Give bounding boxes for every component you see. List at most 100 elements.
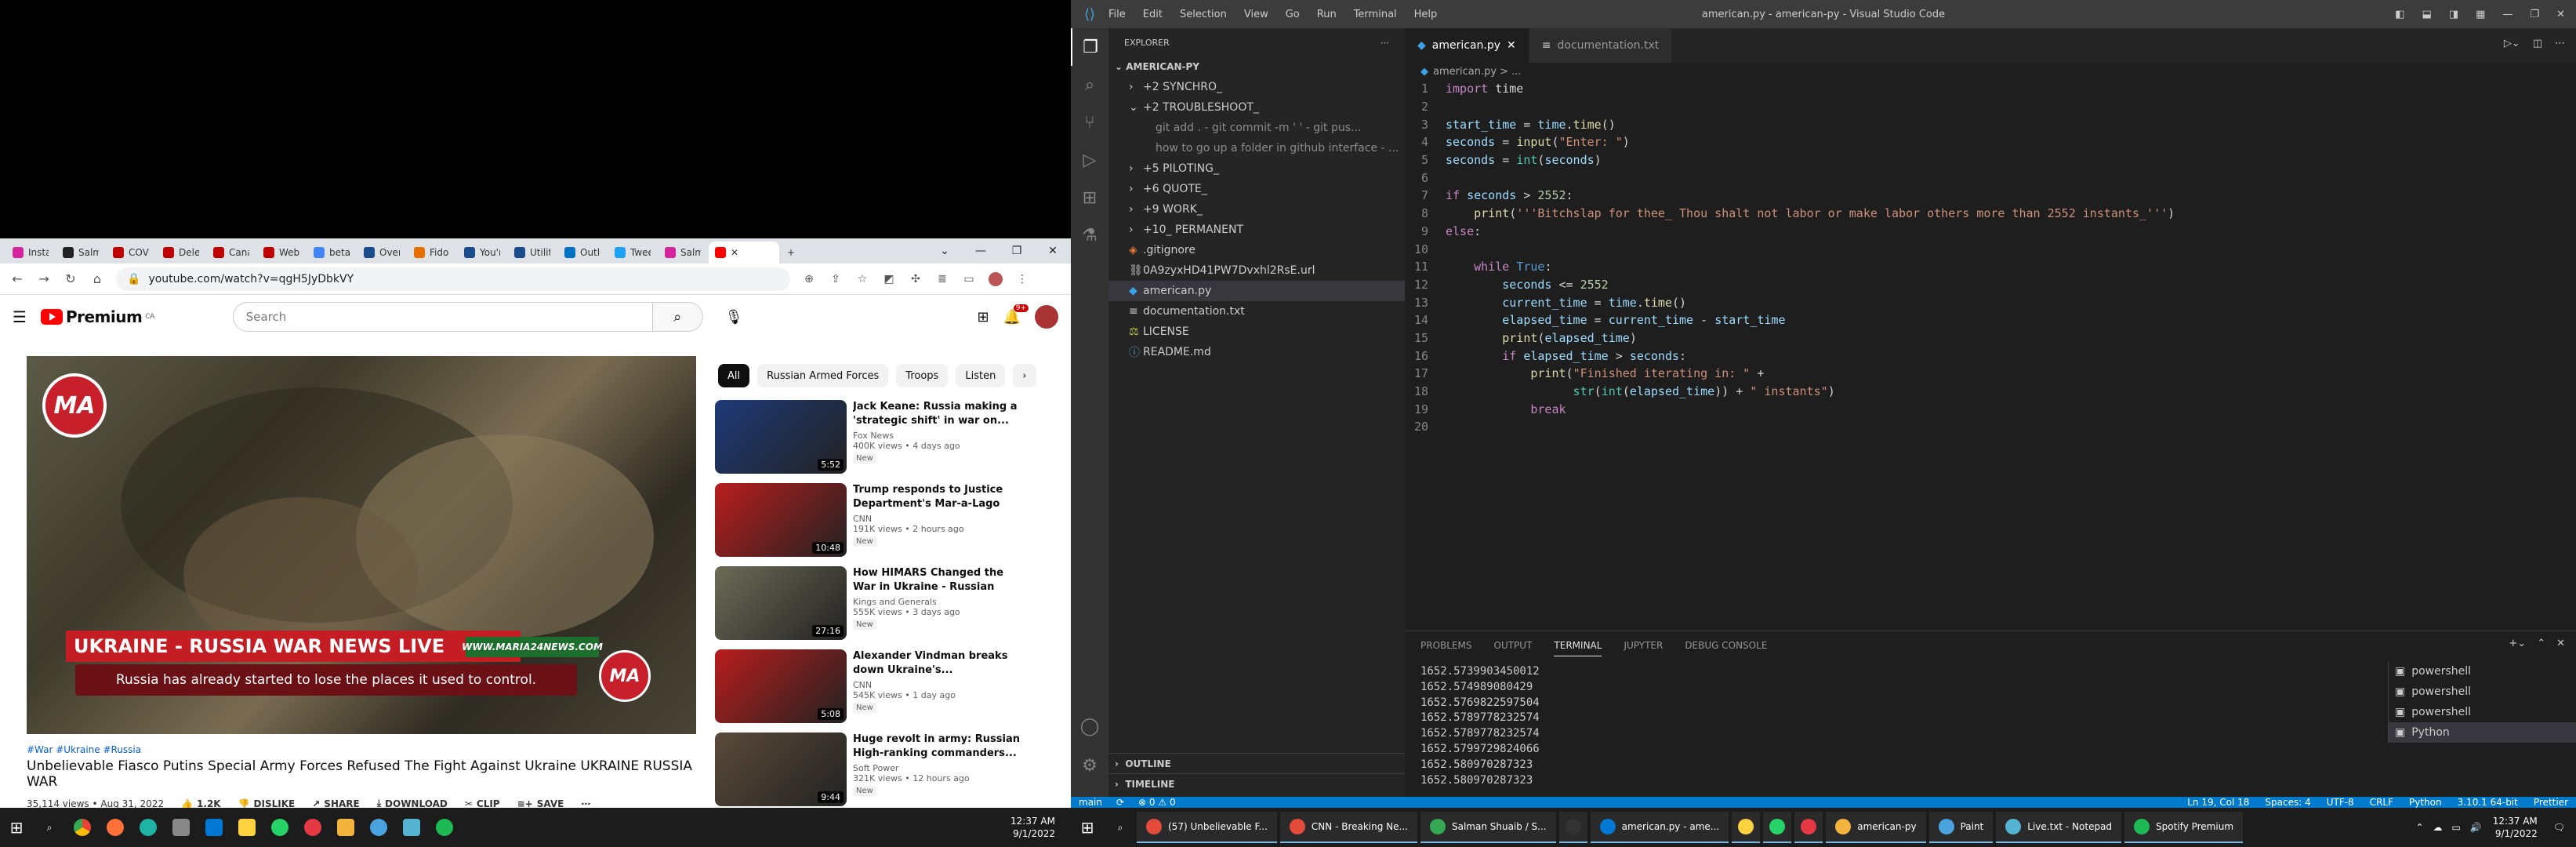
menu-item[interactable]: Go — [1286, 9, 1300, 20]
install-icon[interactable]: ⊕ — [801, 271, 817, 287]
tree-folder[interactable]: › +2 SYNCHRO_ — [1108, 77, 1405, 97]
search-icon[interactable]: ⌕ — [1071, 66, 1108, 104]
whatsapp-taskbar-icon[interactable] — [263, 811, 296, 844]
channel-name[interactable]: Soft Power — [853, 763, 1029, 773]
app-taskbar-icon-2[interactable] — [230, 811, 263, 844]
recommendation-title[interactable]: Alexander Vindman breaks down Ukraine's.… — [853, 649, 1029, 678]
maximize-panel-icon[interactable]: ⌃ — [2537, 638, 2545, 649]
channel-name[interactable]: CNN — [853, 514, 1029, 524]
menu-item[interactable]: Selection — [1180, 9, 1227, 20]
close-icon[interactable]: ✕ — [1035, 238, 1071, 264]
status-item[interactable]: ⊗ 0 ⚠ 0 — [1138, 797, 1176, 808]
run-python-icon[interactable]: ▷⌄ — [2504, 38, 2520, 49]
panel-tab[interactable]: TERMINAL — [1554, 640, 1602, 656]
panel-tab[interactable]: JUPYTER — [1624, 640, 1663, 651]
forward-icon[interactable]: → — [36, 271, 52, 286]
file-explorer-taskbar-icon[interactable] — [329, 811, 362, 844]
status-item[interactable]: Ln 19, Col 18 — [2187, 797, 2249, 808]
video-thumbnail[interactable]: 10:48 — [715, 483, 847, 557]
status-item[interactable]: CRLF — [2370, 797, 2393, 808]
browser-tab[interactable]: COVIC — [107, 242, 155, 264]
status-item[interactable]: Prettier — [2534, 797, 2568, 808]
taskbar-app[interactable]: Salman Shuaib / S... — [1420, 812, 1556, 843]
tree-file[interactable]: ⛓ 0A9zyxHD41PW7Dvxhl2RsE.url — [1108, 260, 1405, 281]
network-icon[interactable]: ▭ — [2452, 822, 2461, 833]
browser-tab[interactable]: Outlo — [558, 242, 607, 264]
video-player[interactable]: MA UKRAINE - RUSSIA WAR NEWS LIVE WWW.MA… — [27, 356, 696, 734]
right-taskbar-clock[interactable]: 12:37 AM 9/1/2022 — [2493, 815, 2553, 840]
browser-tab[interactable]: Fido — [408, 242, 456, 264]
browser-tab[interactable]: You'r — [458, 242, 506, 264]
browser-tab[interactable]: Salm — [659, 242, 707, 264]
search-icon[interactable]: ⌕ — [652, 302, 703, 332]
taskbar-app[interactable]: american.py - ame... — [1590, 812, 1729, 843]
minimize-icon[interactable]: — — [963, 238, 999, 264]
browser-tab[interactable]: Utilit — [508, 242, 557, 264]
url-text[interactable]: youtube.com/watch?v=qgH5JyDbkVY — [148, 273, 354, 285]
edge-taskbar-icon[interactable] — [132, 811, 165, 844]
spotify-taskbar-icon[interactable] — [428, 811, 461, 844]
back-icon[interactable]: ← — [9, 271, 25, 286]
recommendation-item[interactable]: 9:44 Huge revolt in army: Russian High-ra… — [715, 732, 1029, 816]
tree-folder[interactable]: ⌄ +2 TROUBLESHOOT_ — [1108, 97, 1405, 118]
taskbar-app[interactable]: Live.txt - Notepad — [1996, 812, 2122, 843]
video-thumbnail[interactable]: 5:08 — [715, 649, 847, 723]
vscode-taskbar-icon[interactable] — [198, 811, 230, 844]
windows-start-icon[interactable]: ⊞ — [0, 811, 33, 844]
status-item[interactable]: main — [1079, 797, 1102, 808]
tree-file[interactable]: ⚖ LICENSE — [1108, 322, 1405, 342]
video-thumbnail[interactable]: 9:44 — [715, 732, 847, 806]
windows-start-icon[interactable]: ⊞ — [1071, 811, 1104, 844]
browser-tab[interactable]: Twee — [608, 242, 657, 264]
tree-folder[interactable]: › +6 QUOTE_ — [1108, 179, 1405, 199]
more-actions-icon[interactable]: ⋯ — [2555, 38, 2565, 49]
browser-tab[interactable]: Salmo — [56, 242, 105, 264]
share-icon[interactable]: ⇪ — [828, 271, 844, 287]
new-terminal-icon[interactable]: +⌄ — [2509, 638, 2526, 649]
browser-tab[interactable]: beta — [307, 242, 356, 264]
close-icon[interactable]: ✕ — [2556, 9, 2565, 20]
profile-avatar[interactable] — [988, 271, 1003, 287]
recommendation-title[interactable]: Trump responds to Justice Department's M… — [853, 483, 1029, 511]
browser-tab[interactable]: Delet — [157, 242, 205, 264]
toggle-panel-icon[interactable]: ⬓ — [2422, 9, 2432, 20]
status-item[interactable]: 3.10.1 64-bit — [2458, 797, 2518, 808]
settings-gear-icon[interactable]: ⚙ — [1071, 747, 1108, 784]
status-item[interactable]: UTF-8 — [2327, 797, 2354, 808]
microphone-icon[interactable]: 🎙 — [725, 309, 743, 325]
tree-file[interactable]: ≡ documentation.txt — [1108, 301, 1405, 322]
puzzle-icon[interactable]: ✣ — [908, 271, 923, 287]
toggle-sidebar-icon[interactable]: ◧ — [2395, 9, 2404, 20]
menu-item[interactable]: Help — [1414, 9, 1438, 20]
testing-flask-icon[interactable]: ⚗ — [1071, 216, 1108, 254]
run-debug-icon[interactable]: ▷ — [1071, 141, 1108, 179]
browser-tab[interactable]: Overv — [357, 242, 406, 264]
taskbar-app[interactable]: CNN - Breaking Ne... — [1279, 812, 1417, 843]
editor-tab[interactable]: ≡ documentation.txt — [1529, 28, 1673, 63]
account-icon[interactable]: ◯ — [1071, 707, 1108, 745]
tab-close-icon[interactable]: ✕ — [731, 247, 738, 258]
search-icon[interactable]: ⌕ — [33, 811, 66, 844]
taskbar-app[interactable] — [1558, 812, 1587, 843]
tree-file[interactable]: ⓘ README.md — [1108, 342, 1405, 362]
terminal-instance[interactable]: ▣ Python — [2389, 722, 2576, 743]
minimize-icon[interactable]: — — [2502, 9, 2513, 20]
next-chips-icon[interactable]: › — [1013, 364, 1036, 387]
close-panel-icon[interactable]: ✕ — [2556, 638, 2565, 649]
terminal-instance[interactable]: ▣ powershell — [2389, 661, 2576, 682]
create-video-icon[interactable]: ⊞ — [977, 309, 989, 325]
tree-file[interactable]: git add . - git commit -m ' ' - git pus.… — [1108, 118, 1405, 138]
project-folder-header[interactable]: ⌄ AMERICAN-PY — [1108, 56, 1405, 77]
reload-icon[interactable]: ↻ — [63, 271, 78, 286]
tree-folder[interactable]: › +5 PILOTING_ — [1108, 158, 1405, 179]
channel-name[interactable]: Fox News — [853, 431, 1029, 441]
toggle-secondary-icon[interactable]: ◨ — [2449, 9, 2458, 20]
recommendation-item[interactable]: 5:52 Jack Keane: Russia making a 'strateg… — [715, 400, 1029, 483]
search-input[interactable]: Search — [232, 302, 653, 332]
taskbar-app[interactable]: american-py — [1826, 812, 1926, 843]
tab-youtube-active[interactable]: ✕ — [709, 242, 779, 264]
panel-tab[interactable]: PROBLEMS — [1420, 640, 1472, 651]
recommendation-item[interactable]: 10:48 Trump responds to Justice Departmen… — [715, 483, 1029, 566]
restore-icon[interactable]: ❐ — [999, 238, 1035, 264]
more-actions-icon[interactable]: ⋯ — [1381, 38, 1389, 48]
